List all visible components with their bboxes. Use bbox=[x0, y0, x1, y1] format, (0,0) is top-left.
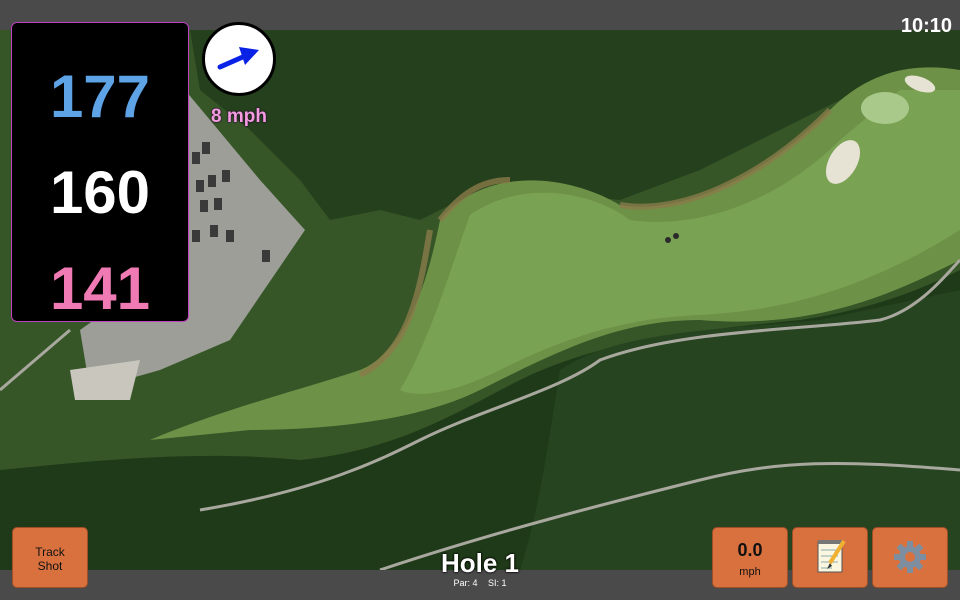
notepad-icon bbox=[817, 539, 846, 573]
arrow-icon bbox=[217, 47, 259, 70]
hole-info: Par: 4 SI: 1 bbox=[380, 578, 580, 588]
distance-panel: 177 160 141 bbox=[11, 22, 189, 322]
speed-button[interactable]: 0.0 mph bbox=[712, 527, 788, 588]
distance-front: 141 bbox=[49, 255, 151, 322]
speed-value: 0.0 bbox=[737, 540, 763, 560]
notes-button[interactable] bbox=[792, 527, 868, 588]
distance-middle: 160 bbox=[49, 159, 151, 226]
settings-button[interactable] bbox=[872, 527, 948, 588]
hole-stroke-index: SI: 1 bbox=[488, 578, 507, 588]
distance-back: 177 bbox=[49, 63, 151, 130]
status-time: 10:10 bbox=[900, 15, 952, 37]
wind-speed: 8 mph bbox=[211, 106, 267, 127]
wind-indicator bbox=[202, 22, 276, 96]
gear-icon bbox=[894, 541, 926, 573]
speed-unit: mph bbox=[739, 566, 761, 578]
track-shot-button[interactable]: Track Shot bbox=[12, 527, 88, 588]
hole-title: Hole 1 bbox=[440, 548, 520, 578]
track-shot-label: Track Shot bbox=[35, 545, 65, 573]
hole-par: Par: 4 bbox=[453, 578, 478, 588]
